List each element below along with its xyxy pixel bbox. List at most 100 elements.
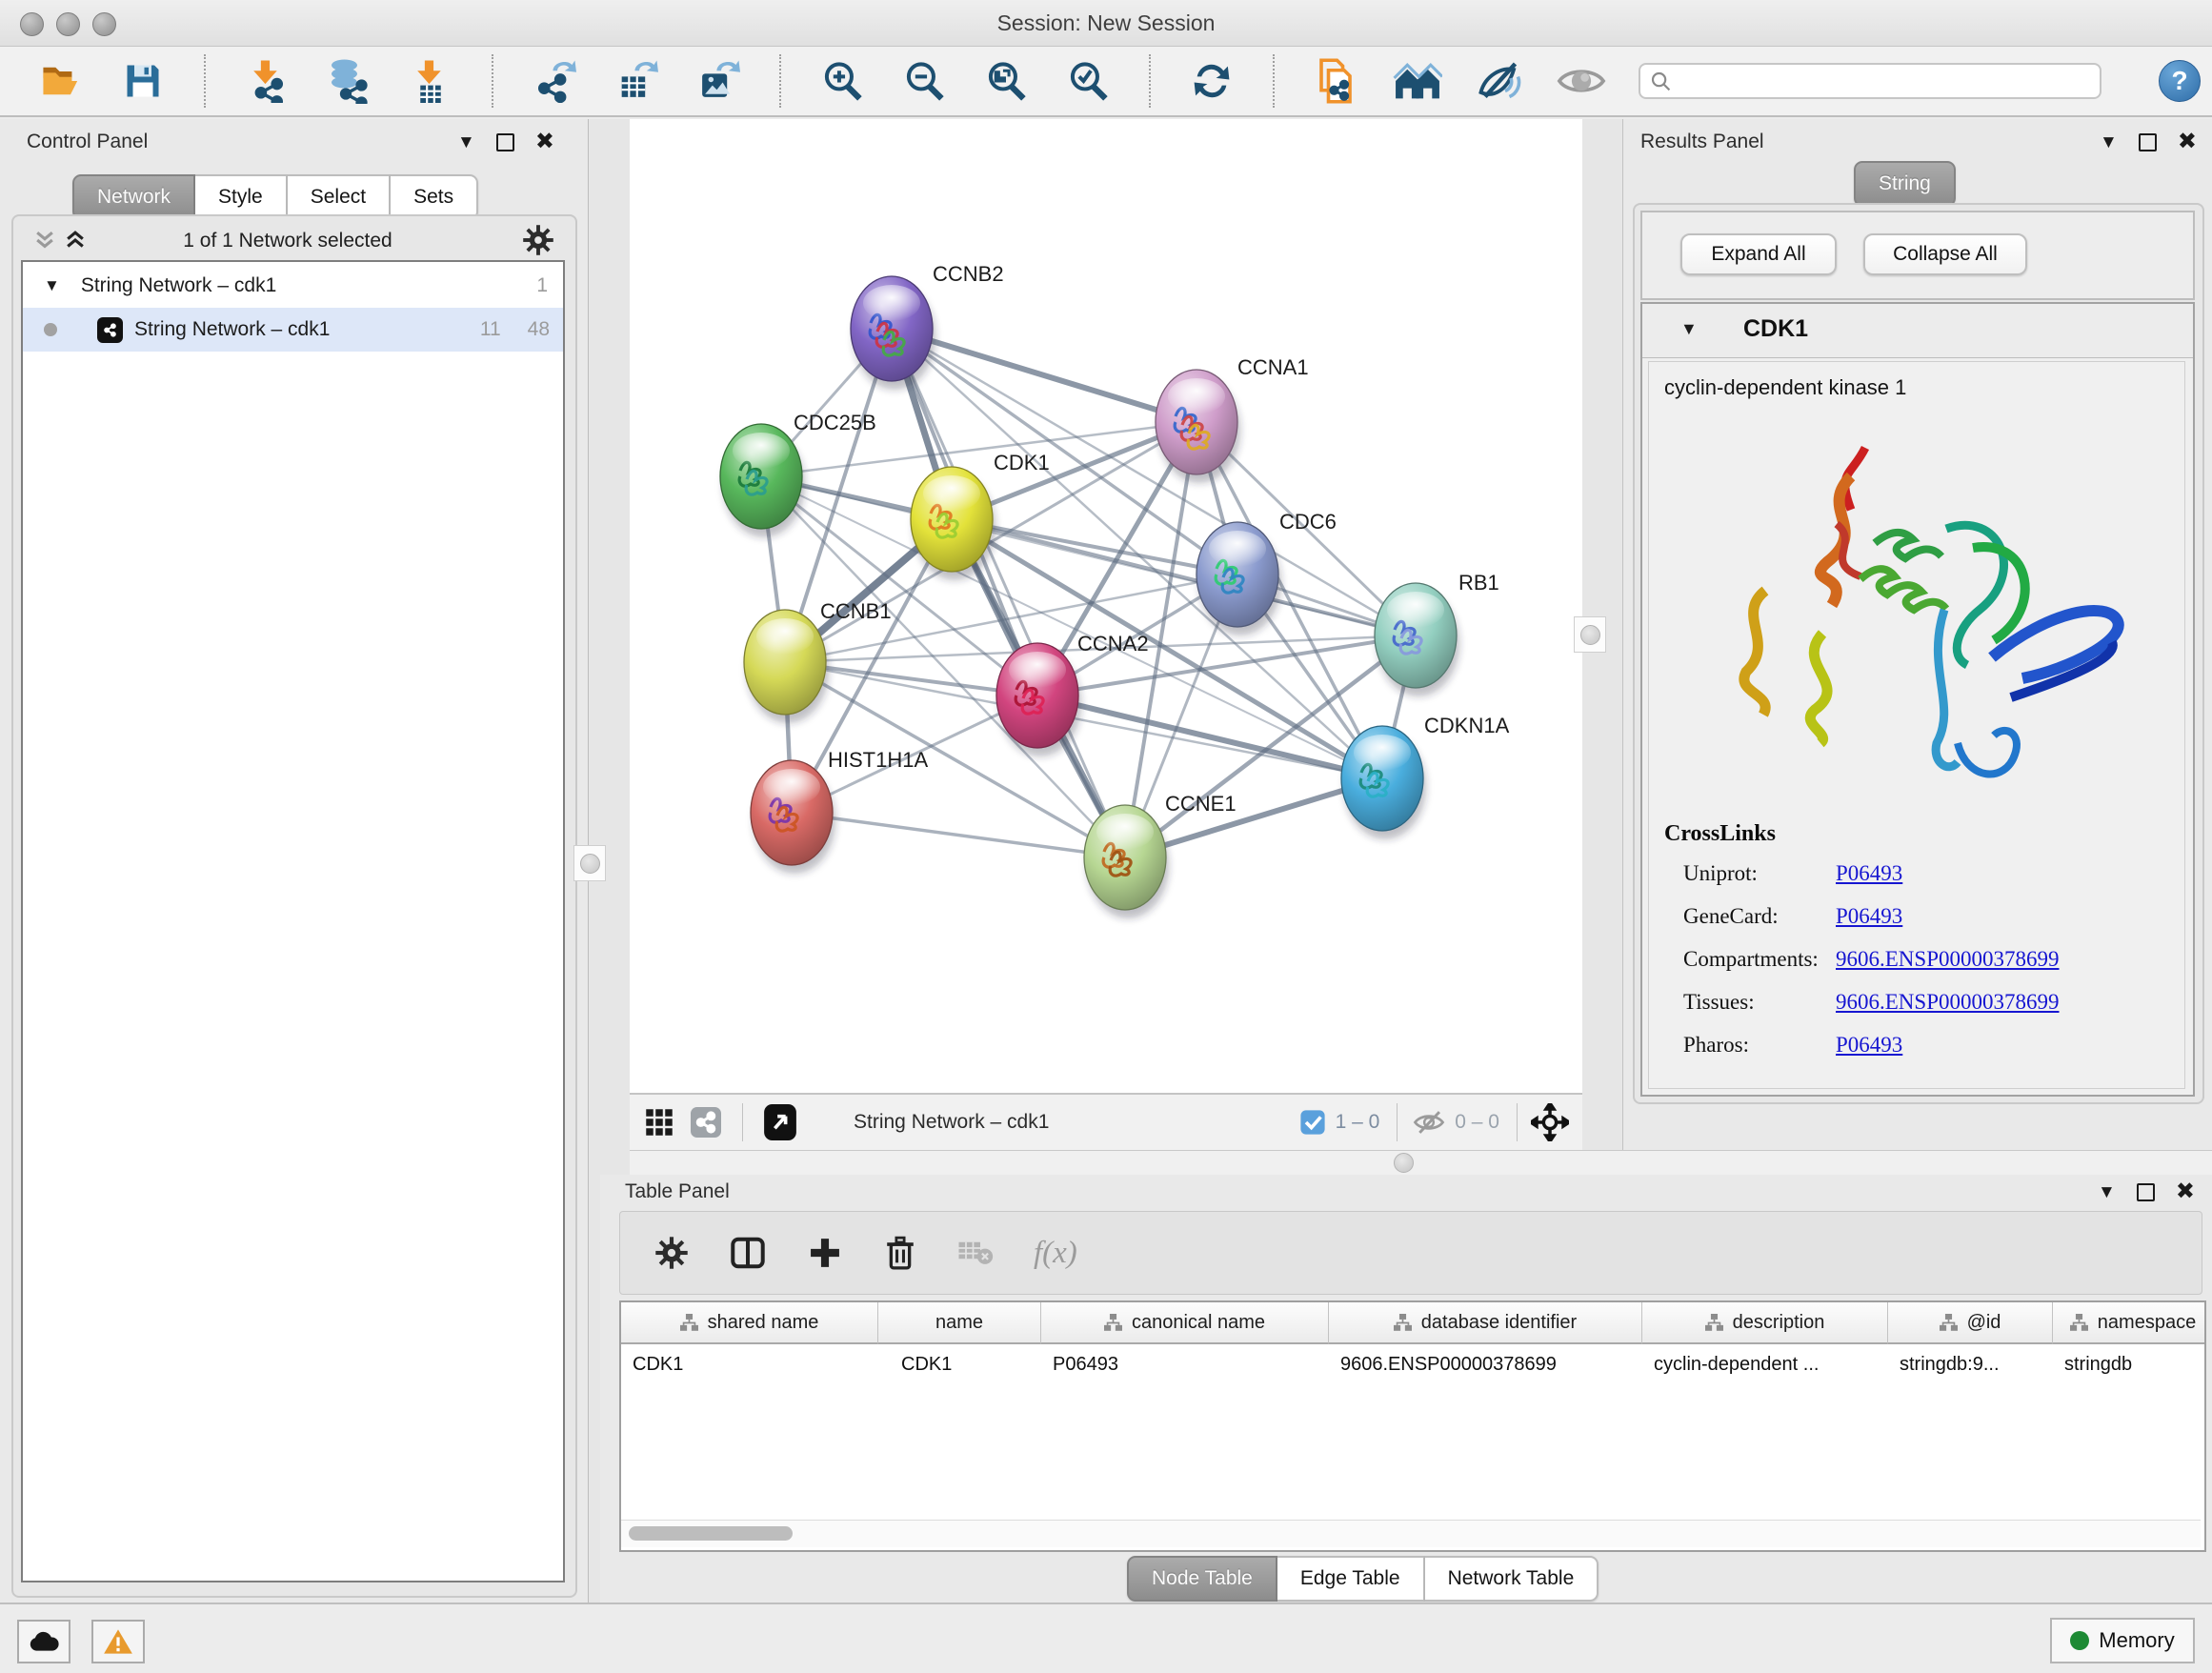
node-label[interactable]: CCNB1 bbox=[820, 599, 892, 623]
memory-button[interactable]: Memory bbox=[2050, 1618, 2195, 1663]
share-network-icon[interactable] bbox=[691, 1107, 721, 1138]
hidden-eye-icon[interactable] bbox=[1413, 1109, 1445, 1136]
maximize-panel-icon[interactable] bbox=[496, 133, 514, 151]
cloud-icon[interactable] bbox=[17, 1620, 70, 1663]
section-collapse-icon[interactable]: ▼ bbox=[1680, 319, 1698, 339]
crosslink-value[interactable]: P06493 bbox=[1836, 1033, 1902, 1076]
node-label[interactable]: CDC6 bbox=[1279, 510, 1337, 534]
delete-column-icon[interactable] bbox=[883, 1234, 917, 1272]
float-panel-icon[interactable]: ▼ bbox=[457, 133, 475, 151]
zoom-out-icon[interactable] bbox=[899, 56, 949, 106]
current-network-dot-icon bbox=[44, 323, 57, 336]
column-header[interactable]: canonical name bbox=[1041, 1302, 1329, 1344]
node-label[interactable]: CDK1 bbox=[994, 451, 1050, 474]
tab-node-table[interactable]: Node Table bbox=[1127, 1556, 1277, 1602]
scrollbar-thumb[interactable] bbox=[629, 1526, 793, 1541]
crosslink-value[interactable]: 9606.ENSP00000378699 bbox=[1836, 947, 2060, 990]
table-horizontal-scrollbar[interactable] bbox=[621, 1520, 2201, 1547]
splitter-handle[interactable] bbox=[1574, 616, 1606, 653]
cell-shared-name[interactable]: CDK1 bbox=[621, 1344, 878, 1384]
cell-database-identifier[interactable]: 9606.ENSP00000378699 bbox=[1329, 1344, 1642, 1384]
apply-layout-icon[interactable] bbox=[1187, 56, 1237, 106]
string-hide-glass-icon[interactable] bbox=[1475, 56, 1524, 106]
cell-name[interactable]: CDK1 bbox=[878, 1344, 1041, 1384]
node-label[interactable]: CCNA1 bbox=[1237, 355, 1309, 379]
add-column-icon[interactable] bbox=[807, 1235, 843, 1271]
help-icon[interactable]: ? bbox=[2159, 60, 2201, 102]
close-panel-icon[interactable]: ✖ bbox=[535, 131, 554, 153]
cell-namespace[interactable]: stringdb bbox=[2053, 1344, 2206, 1384]
node-label[interactable]: HIST1H1A bbox=[828, 748, 928, 772]
horizontal-splitter[interactable] bbox=[630, 1150, 2212, 1176]
crosslink-value[interactable]: 9606.ENSP00000378699 bbox=[1836, 990, 2060, 1033]
column-header[interactable]: description bbox=[1642, 1302, 1888, 1344]
zoom-in-icon[interactable] bbox=[817, 56, 867, 106]
function-builder-icon[interactable]: f(x) bbox=[1034, 1236, 1077, 1271]
grid-view-icon[interactable] bbox=[645, 1108, 674, 1137]
column-header[interactable]: name bbox=[878, 1302, 1041, 1344]
selected-count: 1 – 0 bbox=[1336, 1111, 1380, 1134]
export-table-icon[interactable] bbox=[612, 56, 661, 106]
node-label[interactable]: CCNA2 bbox=[1077, 632, 1149, 655]
splitter-handle[interactable] bbox=[1394, 1153, 1414, 1173]
maximize-panel-icon[interactable] bbox=[2137, 1183, 2155, 1201]
import-network-file-icon[interactable] bbox=[242, 56, 292, 106]
zoom-selected-icon[interactable] bbox=[1063, 56, 1113, 106]
network-row-selected[interactable]: String Network – cdk1 11 48 bbox=[23, 308, 563, 352]
save-session-icon[interactable] bbox=[118, 56, 168, 106]
search-input[interactable] bbox=[1639, 63, 2101, 99]
float-panel-icon[interactable]: ▼ bbox=[2098, 1183, 2116, 1201]
tab-network-table[interactable]: Network Table bbox=[1425, 1556, 1599, 1602]
protein-details: cyclin-dependent kinase 1 CrossLinks bbox=[1648, 361, 2185, 1089]
crosslink-value[interactable]: P06493 bbox=[1836, 904, 1902, 947]
node-label[interactable]: CCNB2 bbox=[933, 262, 1004, 286]
protein-section-header[interactable]: ▼ CDK1 bbox=[1642, 304, 2193, 358]
crosslink-value[interactable]: P06493 bbox=[1836, 861, 1902, 904]
export-image-icon[interactable] bbox=[694, 56, 743, 106]
expand-all-button[interactable]: Expand All bbox=[1680, 233, 1837, 275]
float-panel-icon[interactable]: ▼ bbox=[2100, 133, 2118, 151]
cell-canonical-name[interactable]: P06493 bbox=[1041, 1344, 1329, 1384]
columns-icon[interactable] bbox=[729, 1234, 767, 1272]
preview-eye-icon[interactable] bbox=[1557, 56, 1606, 106]
column-header[interactable]: @id bbox=[1888, 1302, 2053, 1344]
gear-icon[interactable] bbox=[654, 1236, 689, 1270]
network-canvas[interactable]: CCNB2 CCNA1 CDC25B CDK1 CDC6 RB1 CCNB1 CCNA2 CDK… bbox=[630, 119, 1583, 1093]
pan-crosshair-icon[interactable] bbox=[1531, 1103, 1569, 1141]
splitter-handle[interactable] bbox=[573, 845, 606, 881]
export-network-icon[interactable] bbox=[530, 56, 579, 106]
tab-edge-table[interactable]: Edge Table bbox=[1277, 1556, 1425, 1602]
tab-network[interactable]: Network bbox=[72, 174, 195, 220]
warning-icon[interactable] bbox=[91, 1620, 145, 1663]
node-label[interactable]: RB1 bbox=[1458, 571, 1499, 595]
selected-checkbox[interactable] bbox=[1299, 1109, 1326, 1136]
column-header[interactable]: shared name bbox=[621, 1302, 878, 1344]
close-panel-icon[interactable]: ✖ bbox=[2176, 1180, 2195, 1203]
tab-select[interactable]: Select bbox=[288, 174, 391, 220]
close-panel-icon[interactable]: ✖ bbox=[2178, 131, 2197, 153]
cell-description[interactable]: cyclin-dependent ... bbox=[1642, 1344, 1888, 1384]
import-network-database-icon[interactable] bbox=[324, 56, 373, 106]
string-home-icon[interactable] bbox=[1393, 56, 1442, 106]
column-header[interactable]: namespace bbox=[2053, 1302, 2206, 1344]
collapse-all-button[interactable]: Collapse All bbox=[1863, 233, 2027, 275]
zoom-fit-icon[interactable] bbox=[981, 56, 1031, 106]
column-header[interactable]: database identifier bbox=[1329, 1302, 1642, 1344]
network-options-gear-icon[interactable] bbox=[522, 224, 554, 256]
tab-sets[interactable]: Sets bbox=[391, 174, 478, 220]
tree-expander-icon[interactable]: ▼ bbox=[44, 276, 60, 295]
network-collection-row[interactable]: ▼ String Network – cdk1 1 bbox=[23, 264, 563, 308]
table-row[interactable]: CDK1 CDK1 P06493 9606.ENSP00000378699 cy… bbox=[621, 1344, 2204, 1384]
node-label[interactable]: CDC25B bbox=[794, 411, 876, 434]
node-label[interactable]: CDKN1A bbox=[1424, 714, 1510, 737]
tab-style[interactable]: Style bbox=[195, 174, 288, 220]
open-file-icon[interactable] bbox=[36, 56, 86, 106]
tab-string[interactable]: String bbox=[1854, 161, 1956, 207]
birdseye-toggle-icon[interactable] bbox=[764, 1104, 796, 1140]
cell-id[interactable]: stringdb:9... bbox=[1888, 1344, 2053, 1384]
import-string-network-icon[interactable] bbox=[1311, 56, 1360, 106]
delete-table-icon[interactable] bbox=[957, 1239, 994, 1267]
import-table-file-icon[interactable] bbox=[406, 56, 455, 106]
node-label[interactable]: CCNE1 bbox=[1165, 792, 1237, 816]
maximize-panel-icon[interactable] bbox=[2139, 133, 2157, 151]
